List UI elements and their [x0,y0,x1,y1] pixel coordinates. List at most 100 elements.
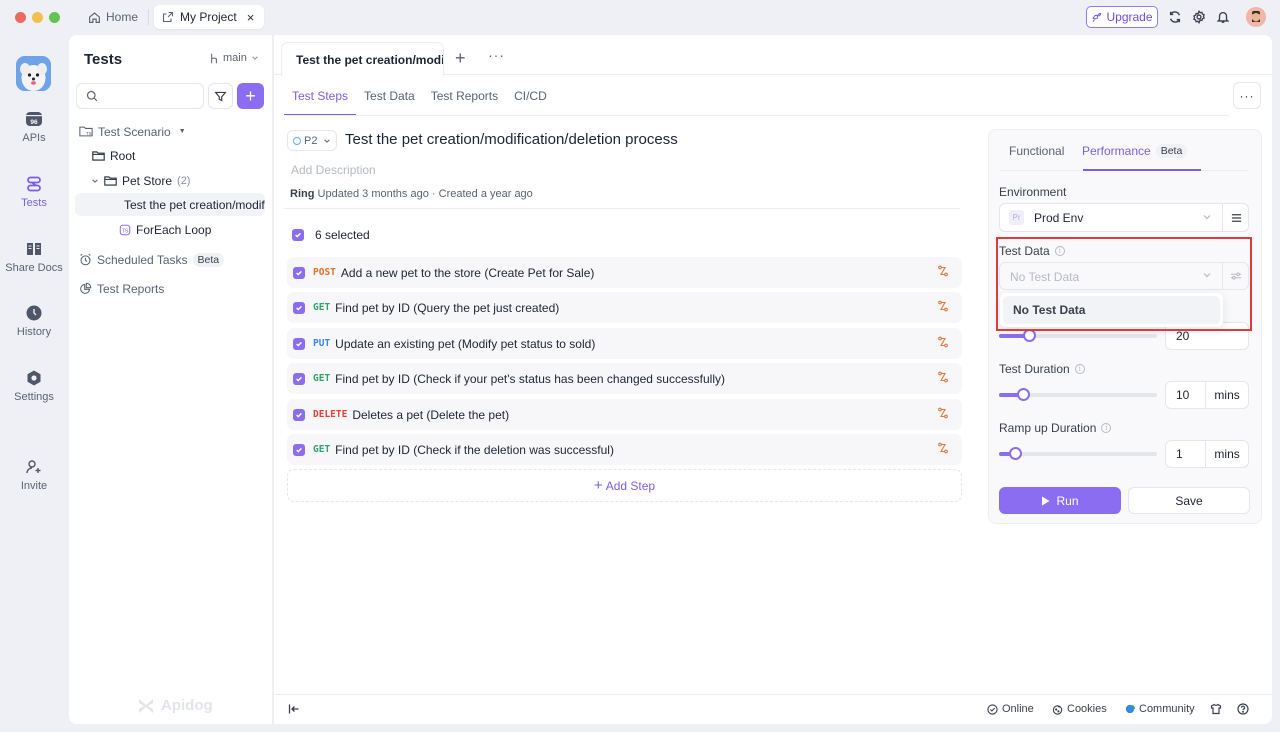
rail-item-invite[interactable]: Invite [0,458,68,492]
dropdown-option-no-test-data[interactable]: No Test Data [1003,296,1220,324]
tree-test-scenario[interactable]: TS Test Scenario ▼ [79,120,186,143]
virtual-users-slider[interactable] [999,329,1157,342]
description-input[interactable]: Add Description [291,163,376,177]
http-method-badge: GET [313,373,331,384]
settings-icon [27,370,41,386]
sliders-icon [1230,272,1242,280]
environment-manage-button[interactable] [1222,204,1249,231]
shirt-icon[interactable] [1210,703,1222,715]
test-step-row[interactable]: DELETE Deletes a pet (Delete the pet) [287,399,962,430]
test-reports[interactable]: Test Reports [79,277,164,300]
cookies-button[interactable]: Cookies [1052,703,1107,715]
test-step-row[interactable]: GET Find pet by ID (Check if the deletion… [287,434,962,465]
window-close-button[interactable] [15,12,26,23]
slider-handle[interactable] [1016,388,1030,401]
step-checkbox[interactable] [293,266,305,279]
test-step-row[interactable]: POST Add a new pet to the store (Create P… [287,257,962,288]
rail-item-tests[interactable]: Tests [0,175,68,209]
priority-selector[interactable]: P2 [287,130,337,151]
add-step-button[interactable]: + Add Step [287,469,962,502]
search-input[interactable] [102,89,197,103]
api-reference-link-icon[interactable] [937,371,949,383]
tab-ci-cd[interactable]: CI/CD [506,75,555,116]
select-all-checkbox[interactable] [292,229,304,241]
document-tab[interactable]: TS Test the pet creation/modification/de… [281,42,444,76]
test-case-title[interactable]: Test the pet creation/modification/delet… [345,131,678,148]
upgrade-button[interactable]: Upgrade [1086,6,1158,28]
test-step-row[interactable]: PUT Update an existing pet (Modify pet st… [287,328,962,359]
step-checkbox[interactable] [293,372,305,385]
tab-more-button[interactable]: ··· [488,47,505,63]
project-logo[interactable] [16,56,51,91]
more-options-button[interactable]: ··· [1233,82,1261,109]
tab-functional[interactable]: Functional [1009,144,1064,158]
help-icon[interactable] [1237,703,1249,715]
test-duration-input[interactable]: 10 mins [1165,381,1249,409]
slider-handle[interactable] [1023,329,1037,342]
ramp-up-value: 1 [1176,447,1183,461]
new-tab-button[interactable]: + [455,48,466,69]
api-reference-link-icon[interactable] [937,265,949,277]
window-minimize-button[interactable] [32,12,43,23]
tree-case[interactable]: TS ForEach Loop [119,218,211,241]
test-data-select[interactable]: No Test Data [999,262,1249,290]
api-reference-link-icon[interactable] [937,336,949,348]
tree-case-selected[interactable]: TS Test the pet creation/modification/de… [75,193,265,216]
apidog-brand: Apidog [137,697,213,714]
rail-item-share-docs[interactable]: Share Docs [0,240,68,274]
select-all-row[interactable]: 6 selected [292,228,370,242]
scheduled-tasks[interactable]: Scheduled Tasks Beta [79,248,225,271]
bell-icon[interactable] [1215,9,1231,25]
plus-icon: + [245,85,256,106]
api-reference-link-icon[interactable] [937,407,949,419]
ramp-up-input[interactable]: 1 mins [1165,440,1249,468]
tree-root[interactable]: Root [92,144,135,167]
environment-select[interactable]: Pr Prod Env [999,203,1249,232]
community-button[interactable]: Community [1125,703,1195,715]
test-duration-slider[interactable] [999,388,1157,401]
close-tab-icon[interactable]: × [247,10,255,25]
test-step-row[interactable]: GET Find pet by ID (Check if your pet's s… [287,363,962,394]
tab-my-project[interactable]: My Project × [154,5,265,29]
tree-pet-store[interactable]: Pet Store (2) [91,169,190,192]
tab-test-data[interactable]: Test Data [356,75,423,116]
slider-handle[interactable] [1008,447,1022,460]
branch-selector[interactable]: main [209,52,259,64]
svg-text:96: 96 [30,119,38,126]
save-button[interactable]: Save [1128,487,1250,514]
step-checkbox[interactable] [293,301,305,314]
check-icon [296,270,302,276]
add-test-button[interactable]: + [237,83,264,109]
step-label: Deletes a pet (Delete the pet) [352,407,510,422]
rail-item-settings[interactable]: Settings [0,369,68,403]
divider [284,208,960,209]
api-reference-link-icon[interactable] [937,300,949,312]
ramp-up-label-text: Ramp up Duration [999,421,1097,435]
tab-test-reports[interactable]: Test Reports [423,75,506,116]
test-step-row[interactable]: GET Find pet by ID (Query the pet just cr… [287,292,962,323]
meta-separator: · [431,188,436,200]
avatar[interactable] [1246,7,1266,27]
online-status[interactable]: Online [987,703,1034,715]
environment-value: Prod Env [1034,210,1084,225]
tab-home[interactable]: Home [88,6,138,28]
alarm-clock-icon [80,253,91,266]
refresh-icon[interactable] [1167,9,1183,25]
api-reference-link-icon[interactable] [937,442,949,454]
step-checkbox[interactable] [293,337,305,350]
step-checkbox[interactable] [293,408,305,421]
test-duration-unit: mins [1205,382,1248,408]
rail-item-history[interactable]: History [0,304,68,338]
gear-icon[interactable] [1191,9,1207,25]
window-maximize-button[interactable] [49,12,60,23]
tab-test-steps[interactable]: Test Steps [284,75,357,116]
search-box[interactable] [76,83,204,109]
run-button[interactable]: Run [999,487,1121,514]
step-checkbox[interactable] [293,443,305,456]
test-data-settings-button[interactable] [1222,263,1249,289]
tab-performance[interactable]: Performance Beta [1082,144,1188,158]
rail-item-apis[interactable]: 96 APIs [0,110,68,144]
collapse-sidebar-icon[interactable] [288,703,300,715]
ramp-up-slider[interactable] [999,447,1157,460]
filter-button[interactable] [208,83,233,109]
